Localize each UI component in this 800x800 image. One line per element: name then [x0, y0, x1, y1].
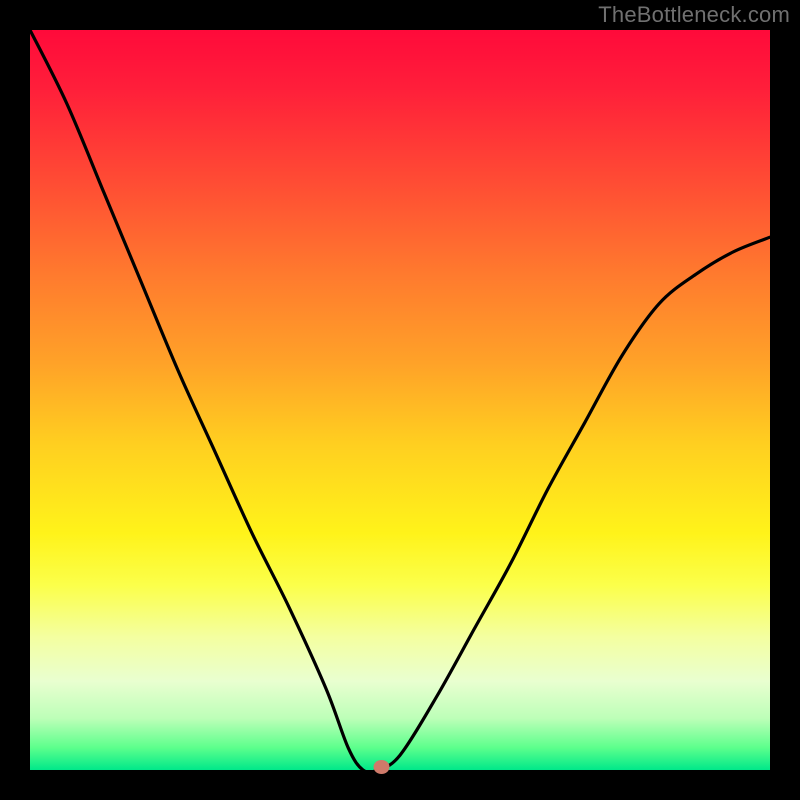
bottleneck-curve: [30, 30, 770, 772]
curve-svg: [30, 30, 770, 770]
plot-area: [30, 30, 770, 770]
chart-container: TheBottleneck.com: [0, 0, 800, 800]
watermark-text: TheBottleneck.com: [598, 2, 790, 28]
optimal-point-marker: [374, 760, 390, 774]
